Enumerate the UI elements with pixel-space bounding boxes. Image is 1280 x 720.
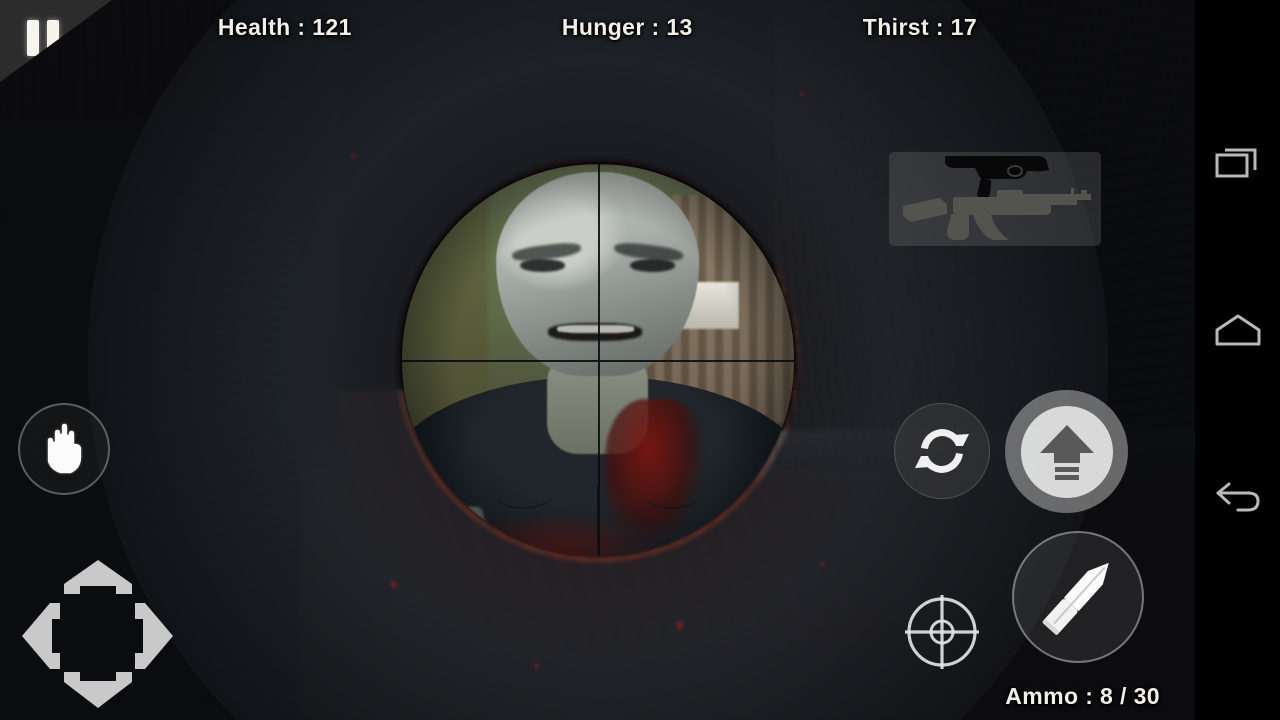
- dpad-left-arrow-icon[interactable]: [20, 601, 62, 671]
- up-arrow-icon: [1039, 424, 1094, 480]
- android-navigation-bar: [1195, 0, 1280, 720]
- fire-button-inner: [1020, 405, 1113, 498]
- dpad-up-arrow-icon[interactable]: [62, 558, 134, 596]
- ammo-button[interactable]: [1012, 531, 1144, 663]
- dpad-right-arrow-icon[interactable]: [133, 601, 175, 671]
- scope-lens: [401, 164, 794, 556]
- hand-icon: [46, 422, 83, 475]
- movement-dpad[interactable]: [20, 558, 175, 710]
- bullet-icon: [1042, 562, 1109, 635]
- recents-icon: [1215, 148, 1256, 178]
- crosshair-icon: [905, 595, 979, 669]
- scope-view-scene: [401, 164, 794, 556]
- weapon-selector[interactable]: [889, 152, 1101, 246]
- aim-button[interactable]: [897, 587, 987, 677]
- interact-hand-button[interactable]: [18, 403, 110, 495]
- nav-back-button[interactable]: [1195, 458, 1280, 538]
- ammo-counter: Ammo : 8 / 30: [1005, 683, 1160, 709]
- home-icon: [1215, 314, 1260, 346]
- nav-home-button[interactable]: [1195, 290, 1280, 370]
- game-screen: Health : 121 Hunger : 13 Thirst : 17 Amm…: [0, 0, 1280, 720]
- dpad-down-arrow-icon[interactable]: [62, 670, 134, 710]
- back-icon: [1216, 482, 1260, 512]
- nav-recents-button[interactable]: [1195, 122, 1280, 202]
- rifle-icon[interactable]: [895, 184, 1095, 242]
- reload-button[interactable]: [894, 403, 990, 499]
- reload-circular-arrows-icon: [915, 429, 969, 473]
- game-viewport[interactable]: Health : 121 Hunger : 13 Thirst : 17 Amm…: [0, 0, 1195, 720]
- fire-button[interactable]: [1005, 390, 1128, 513]
- scope-lens-vignette: [401, 164, 794, 556]
